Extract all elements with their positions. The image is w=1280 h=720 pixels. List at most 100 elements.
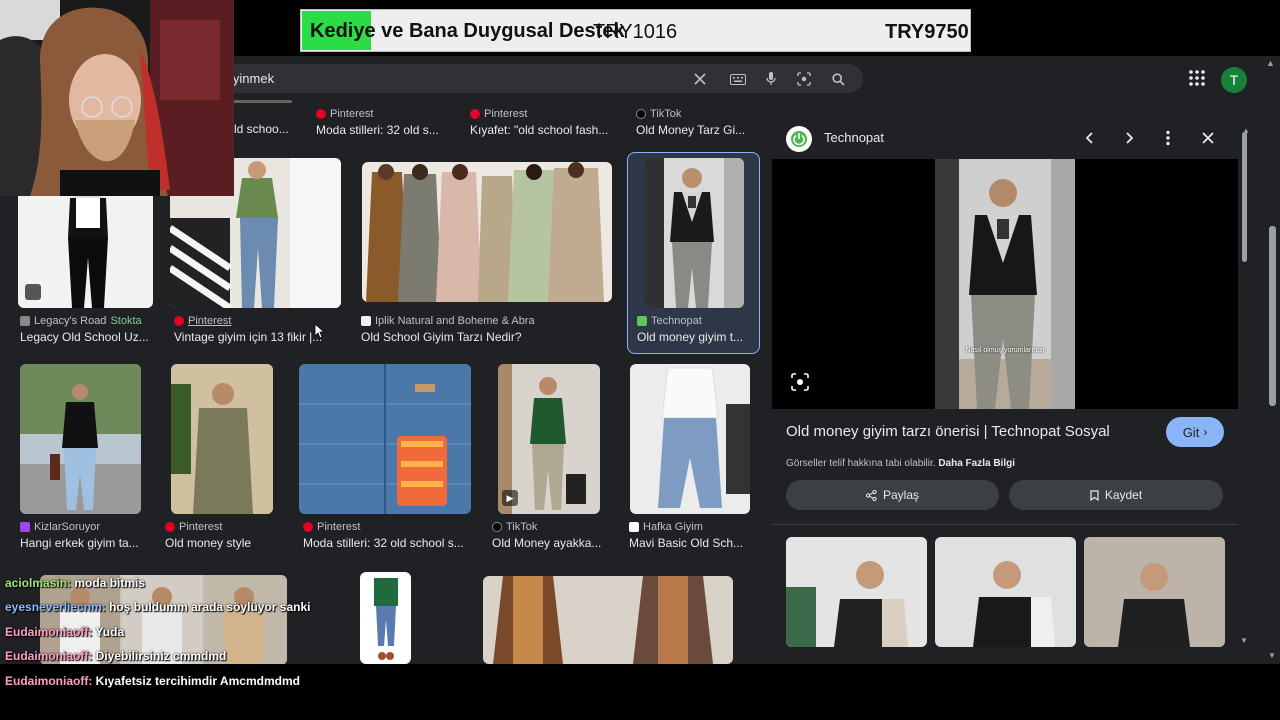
bookmark-icon: [1090, 489, 1099, 501]
site-icon: [20, 316, 30, 326]
save-button[interactable]: Kaydet: [1009, 480, 1223, 510]
site-icon: [361, 316, 371, 326]
more-info-link[interactable]: Daha Fazla Bilgi: [938, 458, 1015, 469]
page-scroll-down-icon[interactable]: ▼: [1268, 651, 1277, 660]
webcam-overlay: [0, 0, 234, 196]
result-title[interactable]: Mavi Basic Old Sch...: [629, 536, 747, 550]
related-image[interactable]: [1084, 537, 1225, 647]
source-label: Pinterest: [484, 108, 528, 120]
chat-message: Eudaimoniaoff: Diyebilirsiniz cmmdmd: [5, 649, 226, 663]
search-input[interactable]: iyinmek: [230, 71, 274, 86]
result-image[interactable]: [360, 572, 411, 664]
source-label: KizlarSoruyor: [34, 521, 101, 533]
apps-grid-icon[interactable]: [1188, 69, 1206, 87]
preview-title[interactable]: Old money giyim tarzı önerisi | Technopa…: [786, 423, 1110, 440]
share-button[interactable]: Paylaş: [786, 480, 999, 510]
result-image[interactable]: [20, 364, 141, 514]
panel-scroll-down-icon[interactable]: ▼: [1240, 636, 1249, 645]
clear-icon[interactable]: [689, 68, 711, 90]
pinterest-icon: [165, 522, 175, 532]
pinterest-icon: [470, 109, 480, 119]
result-image[interactable]: [299, 364, 471, 514]
related-image[interactable]: [786, 537, 927, 647]
result-image[interactable]: [630, 364, 750, 514]
result-image[interactable]: [171, 364, 273, 514]
result-image[interactable]: [644, 158, 744, 308]
source-label: Pinterest: [188, 315, 232, 327]
source-label: Technopat: [651, 315, 702, 327]
next-arrow-icon[interactable]: [1119, 128, 1139, 148]
lens-search-icon[interactable]: [790, 372, 810, 392]
donation-goal-title: Kediye ve Bana Duygusal Destek: [310, 20, 625, 42]
result-source: TikTok: [636, 108, 681, 120]
source-site-name[interactable]: Technopat: [824, 130, 884, 145]
source-label: Pinterest: [317, 521, 361, 533]
search-icon[interactable]: [827, 68, 849, 90]
result-image[interactable]: [483, 576, 733, 664]
source-label: Pinterest: [179, 521, 223, 533]
chat-username: Eudaimoniaoff:: [5, 674, 93, 688]
tag-icon: [25, 284, 41, 300]
result-title[interactable]: Old money giyim t...: [637, 330, 749, 344]
chat-username: eyesneverliecnm:: [5, 600, 106, 614]
source-label: Iplik Natural and Boheme & Abra: [375, 315, 535, 327]
chat-username: Eudaimoniaoff:: [5, 649, 93, 663]
lens-icon[interactable]: [793, 68, 815, 90]
result-title[interactable]: Moda stilleri: 32 old s...: [316, 123, 456, 137]
preview-image-area[interactable]: Nasıl olmuş yorumlarınızı: [772, 159, 1238, 409]
result-title[interactable]: Hangi erkek giyim ta...: [20, 536, 145, 550]
related-image[interactable]: [935, 537, 1076, 647]
site-icon: [629, 522, 639, 532]
mouse-cursor-icon: [314, 323, 326, 339]
chat-message: Eudaimoniaoff: Yuda: [5, 625, 124, 639]
previous-arrow-icon[interactable]: [1080, 128, 1100, 148]
account-avatar[interactable]: T: [1221, 67, 1247, 93]
pinterest-icon: [316, 109, 326, 119]
result-title[interactable]: Old money style: [165, 536, 275, 550]
result-source: Iplik Natural and Boheme & Abra: [361, 315, 535, 327]
donation-goal-bar: Kediye ve Bana Duygusal Destek TRY1016 T…: [300, 9, 971, 52]
share-label: Paylaş: [882, 488, 920, 502]
chat-message: aciolmasin: moda bitmis: [5, 576, 145, 590]
close-icon[interactable]: [1198, 128, 1218, 148]
source-label: Pinterest: [330, 108, 374, 120]
preview-image[interactable]: Nasıl olmuş yorumlarınızı: [935, 159, 1075, 409]
chat-message: eyesneverliecnm: hoş buldumm arada söylü…: [5, 600, 310, 614]
donation-target-amount: TRY9750: [885, 21, 969, 43]
search-box[interactable]: iyinmek: [200, 64, 863, 93]
panel-scrollbar-thumb[interactable]: [1242, 132, 1247, 262]
result-source: Pinterest: [165, 521, 222, 533]
more-options-icon[interactable]: [1158, 128, 1178, 148]
microphone-icon[interactable]: [760, 68, 782, 90]
result-title[interactable]: Legacy Old School Uz...: [20, 330, 155, 344]
share-icon: [865, 489, 877, 501]
result-title[interactable]: Old Money Tarz Gi...: [636, 123, 751, 137]
page-scrollbar-thumb[interactable]: [1269, 226, 1276, 406]
technopat-logo-icon: [786, 126, 812, 152]
result-image[interactable]: ▶: [498, 364, 600, 514]
result-title[interactable]: Old Money ayakka...: [492, 536, 604, 550]
chat-text: moda bitmis: [74, 576, 146, 590]
source-label: Hafka Giyim: [643, 521, 703, 533]
scroll-up-arrow-icon[interactable]: ▲: [1266, 58, 1276, 68]
result-source: Pinterest: [303, 521, 360, 533]
result-image[interactable]: [232, 100, 292, 103]
result-title[interactable]: ld schoo...: [234, 122, 294, 136]
play-icon: ▶: [502, 490, 518, 506]
chat-text: hoş buldumm arada söylüyor sanki: [109, 600, 311, 614]
stream-screen: iyinmek T ▲ ld schoo... Pinterest Moda s…: [0, 0, 1280, 720]
result-title[interactable]: Old School Giyim Tarzı Nedir?: [361, 330, 611, 344]
visit-button[interactable]: Git ›: [1166, 417, 1224, 447]
result-image[interactable]: [362, 162, 612, 302]
result-source: Pinterest: [316, 108, 373, 120]
chat-username: aciolmasin:: [5, 576, 72, 590]
keyboard-icon[interactable]: [727, 68, 749, 90]
copyright-notice: Görseller telif hakkına tabi olabilir. D…: [786, 458, 1015, 469]
chat-text: Kıyafetsiz tercihimdir Amcmdmdmd: [95, 674, 300, 688]
stock-badge: Stokta: [110, 315, 142, 327]
result-title[interactable]: Kıyafet: "old school fash...: [470, 123, 615, 137]
source-label: TikTok: [650, 108, 682, 120]
image-preview-panel: Technopat Nasıl olmuş yorumlarınızı Old …: [772, 119, 1238, 664]
image-caption: Nasıl olmuş yorumlarınızı: [965, 347, 1045, 354]
result-title[interactable]: Moda stilleri: 32 old school s...: [303, 536, 473, 550]
